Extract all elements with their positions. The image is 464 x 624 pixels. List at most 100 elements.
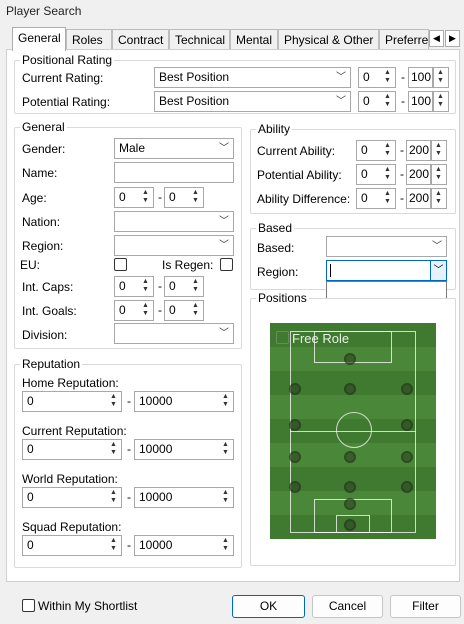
position-slot[interactable] bbox=[289, 383, 301, 395]
caps-max[interactable]: 0 ▲ ▼ bbox=[164, 276, 204, 297]
squad-reputation-min[interactable]: 0 ▲ ▼ bbox=[22, 535, 122, 556]
current-rating-max-spinner[interactable]: ▲ ▼ bbox=[433, 67, 449, 88]
tab-scroll-left-icon[interactable]: ◀ bbox=[429, 30, 444, 47]
goals-max-value: 0 bbox=[169, 303, 176, 317]
range-dash: - bbox=[127, 442, 131, 456]
squad-reputation-max[interactable]: 10000 ▲ ▼ bbox=[134, 535, 234, 556]
position-slot[interactable] bbox=[344, 481, 356, 493]
current-ability-min[interactable]: 0 ▲ ▼ bbox=[356, 140, 396, 161]
spin-arrows-icon[interactable]: ▲ ▼ bbox=[381, 166, 394, 183]
spin-arrows-icon[interactable]: ▲ ▼ bbox=[107, 537, 120, 554]
current-rating-max[interactable]: 100 bbox=[408, 67, 433, 88]
current-rating-select[interactable]: Best Position ﹀ bbox=[154, 67, 351, 88]
spin-arrows-icon[interactable]: ▲ ▼ bbox=[189, 302, 202, 319]
position-slot[interactable] bbox=[344, 451, 356, 463]
based-region-dropdown-list[interactable] bbox=[326, 281, 447, 299]
ability-difference-max[interactable]: 200 bbox=[406, 188, 431, 209]
spin-arrows-icon[interactable]: ▲ ▼ bbox=[434, 93, 447, 110]
based-region-select[interactable]: ﹀ bbox=[326, 260, 447, 281]
potential-rating-max-spinner[interactable]: ▲ ▼ bbox=[433, 91, 449, 112]
home-reputation-max[interactable]: 10000 ▲ ▼ bbox=[134, 391, 234, 412]
name-field[interactable] bbox=[114, 162, 234, 183]
current-reputation-max[interactable]: 10000 ▲ ▼ bbox=[134, 439, 234, 460]
tab-general[interactable]: General bbox=[12, 27, 66, 51]
position-slot[interactable] bbox=[344, 498, 356, 510]
tab-technical[interactable]: Technical bbox=[169, 29, 230, 50]
spin-arrows-icon[interactable]: ▲ ▼ bbox=[432, 166, 445, 183]
spin-arrows-icon[interactable]: ▲ ▼ bbox=[381, 93, 394, 110]
ok-button[interactable]: OK bbox=[232, 595, 305, 618]
tab-preferred[interactable]: Preferre bbox=[379, 29, 429, 50]
world-reputation-max[interactable]: 10000 ▲ ▼ bbox=[134, 487, 234, 508]
spin-arrows-icon[interactable]: ▲ ▼ bbox=[434, 69, 447, 86]
spin-arrows-icon[interactable]: ▲ ▼ bbox=[219, 441, 232, 458]
potential-ability-max[interactable]: 200 bbox=[406, 164, 431, 185]
spin-arrows-icon[interactable]: ▲ ▼ bbox=[189, 189, 202, 206]
tab-mental[interactable]: Mental bbox=[230, 29, 278, 50]
current-ability-max[interactable]: 200 bbox=[406, 140, 431, 161]
division-select[interactable]: ﹀ bbox=[114, 323, 234, 344]
gender-select[interactable]: Male ﹀ bbox=[114, 138, 234, 159]
position-slot[interactable] bbox=[344, 353, 356, 365]
spin-arrows-icon[interactable]: ▲ ▼ bbox=[432, 142, 445, 159]
position-slot[interactable] bbox=[289, 451, 301, 463]
based-select[interactable]: ﹀ bbox=[326, 236, 447, 257]
regen-checkbox[interactable] bbox=[220, 258, 233, 271]
shortlist-checkbox[interactable] bbox=[22, 599, 35, 612]
position-slot[interactable] bbox=[344, 383, 356, 395]
caps-max-value: 0 bbox=[169, 279, 176, 293]
range-dash: - bbox=[127, 538, 131, 552]
potential-rating-select[interactable]: Best Position ﹀ bbox=[154, 91, 351, 112]
spin-arrows-icon[interactable]: ▲ ▼ bbox=[381, 190, 394, 207]
position-slot[interactable] bbox=[401, 481, 413, 493]
spin-arrows-icon[interactable]: ▲ ▼ bbox=[432, 190, 445, 207]
spin-arrows-icon[interactable]: ▲ ▼ bbox=[219, 537, 232, 554]
goals-min[interactable]: 0 ▲ ▼ bbox=[114, 300, 154, 321]
cancel-button[interactable]: Cancel bbox=[312, 595, 383, 618]
spin-arrows-icon[interactable]: ▲ ▼ bbox=[107, 489, 120, 506]
position-slot[interactable] bbox=[289, 481, 301, 493]
spin-arrows-icon[interactable]: ▲ ▼ bbox=[219, 393, 232, 410]
spin-arrows-icon[interactable]: ▲ ▼ bbox=[381, 69, 394, 86]
position-slot[interactable] bbox=[344, 519, 356, 531]
tab-scroll-right-icon[interactable]: ▶ bbox=[445, 30, 460, 47]
spin-arrows-icon[interactable]: ▲ ▼ bbox=[189, 278, 202, 295]
current-ability-max-spinner[interactable]: ▲ ▼ bbox=[431, 140, 447, 161]
potential-ability-max-spinner[interactable]: ▲ ▼ bbox=[431, 164, 447, 185]
caps-min[interactable]: 0 ▲ ▼ bbox=[114, 276, 154, 297]
free-role-checkbox[interactable] bbox=[276, 331, 289, 344]
spin-arrows-icon[interactable]: ▲ ▼ bbox=[107, 441, 120, 458]
potential-rating-min[interactable]: 0 ▲ ▼ bbox=[358, 91, 396, 112]
nation-select[interactable]: ﹀ bbox=[114, 211, 234, 232]
spin-arrows-icon[interactable]: ▲ ▼ bbox=[139, 278, 152, 295]
current-reputation-min[interactable]: 0 ▲ ▼ bbox=[22, 439, 122, 460]
region-select[interactable]: ﹀ bbox=[114, 235, 234, 256]
home-reputation-min[interactable]: 0 ▲ ▼ bbox=[22, 391, 122, 412]
tab-roles[interactable]: Roles bbox=[66, 29, 112, 50]
spin-arrows-icon[interactable]: ▲ ▼ bbox=[219, 489, 232, 506]
age-min[interactable]: 0 ▲ ▼ bbox=[114, 187, 154, 208]
eu-checkbox[interactable] bbox=[114, 258, 127, 271]
chevron-down-icon[interactable]: ﹀ bbox=[430, 261, 446, 280]
spin-arrows-icon[interactable]: ▲ ▼ bbox=[381, 142, 394, 159]
position-slot[interactable] bbox=[401, 451, 413, 463]
filter-button[interactable]: Filter bbox=[390, 595, 461, 618]
potential-ability-min[interactable]: 0 ▲ ▼ bbox=[356, 164, 396, 185]
ability-difference-min[interactable]: 0 ▲ ▼ bbox=[356, 188, 396, 209]
position-slot[interactable] bbox=[401, 383, 413, 395]
position-slot[interactable] bbox=[401, 419, 413, 431]
tab-contract[interactable]: Contract bbox=[112, 29, 169, 50]
eu-label: EU: bbox=[20, 258, 41, 272]
spin-arrows-icon[interactable]: ▲ ▼ bbox=[139, 189, 152, 206]
spin-arrows-icon[interactable]: ▲ ▼ bbox=[139, 302, 152, 319]
position-slot[interactable] bbox=[289, 419, 301, 431]
potential-rating-max[interactable]: 100 bbox=[408, 91, 433, 112]
ability-difference-max-spinner[interactable]: ▲ ▼ bbox=[431, 188, 447, 209]
world-reputation-min[interactable]: 0 ▲ ▼ bbox=[22, 487, 122, 508]
spin-arrows-icon[interactable]: ▲ ▼ bbox=[107, 393, 120, 410]
age-max[interactable]: 0 ▲ ▼ bbox=[164, 187, 204, 208]
goals-max[interactable]: 0 ▲ ▼ bbox=[164, 300, 204, 321]
tab-physical-other[interactable]: Physical & Other bbox=[278, 29, 379, 50]
range-dash: - bbox=[158, 303, 162, 317]
current-rating-min[interactable]: 0 ▲ ▼ bbox=[358, 67, 396, 88]
